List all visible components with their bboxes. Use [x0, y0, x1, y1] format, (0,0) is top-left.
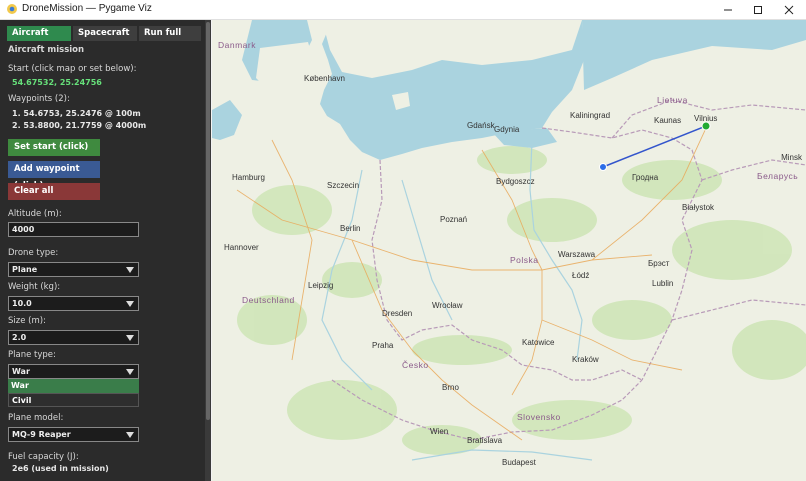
chevron-down-icon [126, 267, 134, 273]
tab-aircraft[interactable]: Aircraft [7, 26, 71, 41]
maximize-icon [754, 5, 762, 14]
city-label: Гродна [632, 173, 659, 182]
city-label: Poznań [440, 215, 467, 224]
city-label: Praha [372, 341, 394, 350]
chevron-down-icon [126, 335, 134, 341]
city-label: Wrocław [432, 301, 463, 310]
fuel-value: 2e6 (used in mission) [12, 464, 109, 473]
city-label: København [304, 74, 345, 83]
city-label: Katowice [522, 338, 555, 347]
plane-type-option-war[interactable]: War [8, 379, 139, 393]
clear-all-button[interactable]: Clear all [8, 183, 100, 200]
title-bar: DroneMission — Pygame Viz [0, 0, 806, 20]
altitude-label: Altitude (m): [8, 209, 62, 219]
city-label: Szczecin [327, 181, 359, 190]
minimize-button[interactable] [713, 0, 743, 19]
minimize-icon [724, 9, 732, 10]
city-label: Gdynia [494, 125, 520, 134]
plane-type-select[interactable]: War [8, 364, 139, 379]
start-marker[interactable] [701, 121, 711, 131]
city-label: Leipzig [308, 281, 333, 290]
country-label: Slovensko [517, 412, 561, 422]
maximize-button[interactable] [743, 0, 773, 19]
plane-type-label: Plane type: [8, 350, 56, 360]
panel-scrollbar-thumb[interactable] [206, 22, 210, 420]
size-select[interactable]: 2.0 [8, 330, 139, 345]
tab-run-full[interactable]: Run full [139, 26, 201, 41]
city-label: Брэст [648, 259, 670, 268]
city-label: Minsk [781, 153, 803, 162]
waypoint-marker[interactable] [599, 163, 607, 171]
city-label: Dresden [382, 309, 412, 318]
waypoint-item-1: 1. 54.6753, 25.2476 @ 100m [12, 109, 141, 118]
country-label: Danmark [218, 40, 256, 50]
city-label: Lublin [652, 279, 673, 288]
city-label: Gdańsk [467, 121, 496, 130]
city-label: Kaunas [654, 116, 681, 125]
city-label: Łódź [572, 271, 589, 280]
weight-value: 10.0 [12, 299, 32, 308]
city-label: Vilnius [694, 114, 717, 123]
plane-model-label: Plane model: [8, 413, 64, 423]
country-label: Česko [402, 360, 429, 370]
drone-type-value: Plane [12, 265, 38, 274]
panel-heading: Aircraft mission [8, 45, 85, 55]
drone-type-select[interactable]: Plane [8, 262, 139, 277]
close-icon [784, 5, 794, 14]
city-label: Białystok [682, 203, 715, 212]
city-label: Budapest [502, 458, 537, 467]
city-label: Kraków [572, 355, 599, 364]
size-value: 2.0 [12, 333, 27, 342]
country-label: Lietuva [657, 95, 688, 105]
drone-type-label: Drone type: [8, 248, 59, 258]
weight-select[interactable]: 10.0 [8, 296, 139, 311]
waypoint-item-2: 2. 53.8800, 21.7759 @ 4000m [12, 121, 147, 130]
country-label: Polska [510, 255, 539, 265]
chevron-down-icon [126, 301, 134, 307]
add-waypoint-button[interactable]: Add waypoint (click) [8, 161, 100, 191]
plane-type-value: War [12, 367, 30, 376]
city-label: Warszawa [558, 250, 596, 259]
window-title: DroneMission — Pygame Viz [22, 3, 152, 14]
city-label: Kaliningrad [570, 111, 610, 120]
fuel-label: Fuel capacity (J): [8, 452, 79, 462]
city-label: Berlin [340, 224, 360, 233]
app-icon [7, 4, 17, 14]
start-value: 54.67532, 25.24756 [12, 78, 102, 87]
map-view[interactable]: Danmark Lietuva Polska Deutschland Česko… [212, 20, 806, 481]
plane-model-value: MQ-9 Reaper [12, 430, 71, 439]
close-button[interactable] [774, 0, 804, 19]
city-label: Bratislava [467, 436, 503, 445]
weight-label: Weight (kg): [8, 282, 61, 292]
start-label: Start (click map or set below): [8, 64, 137, 74]
city-label: Hamburg [232, 173, 265, 182]
map-canvas[interactable]: Danmark Lietuva Polska Deutschland Česko… [212, 20, 806, 481]
country-label: Deutschland [242, 295, 295, 305]
city-label: Bydgoszcz [496, 177, 535, 186]
set-start-button[interactable]: Set start (click) [8, 139, 100, 156]
control-panel: Aircraft Spacecraft Run full Aircraft mi… [0, 20, 211, 481]
plane-model-select[interactable]: MQ-9 Reaper [8, 427, 139, 442]
plane-type-option-civil[interactable]: Civil [8, 393, 139, 407]
city-label: Hannover [224, 243, 259, 252]
country-label: Беларусь [757, 171, 798, 181]
chevron-down-icon [126, 432, 134, 438]
city-label: Wien [430, 427, 448, 436]
size-label: Size (m): [8, 316, 46, 326]
altitude-input[interactable]: 4000 [8, 222, 139, 237]
tab-spacecraft[interactable]: Spacecraft [73, 26, 137, 41]
city-label: Brno [442, 383, 459, 392]
waypoints-label: Waypoints (2): [8, 94, 70, 104]
chevron-down-icon [126, 369, 134, 375]
